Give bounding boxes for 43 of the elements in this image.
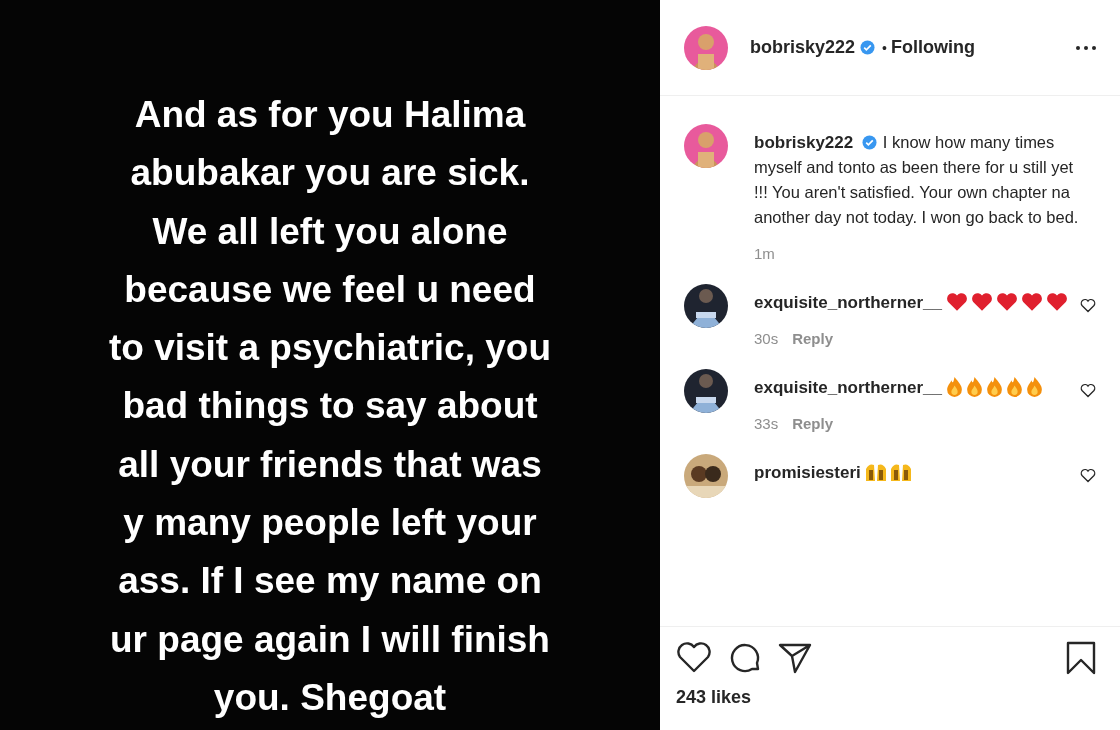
share-icon[interactable] [778, 642, 812, 674]
timestamp: 1m [754, 245, 775, 262]
fire-emoji-icon [1006, 376, 1023, 397]
post-image-text-line: abubakar you are sick. [130, 151, 530, 196]
username-link[interactable]: bobrisky222 [754, 133, 854, 152]
heart-emoji-icon [1046, 292, 1068, 312]
username-link[interactable]: promisiesteri [754, 463, 861, 482]
like-icon[interactable] [1080, 468, 1096, 483]
fire-emoji-icon [1026, 376, 1043, 397]
fire-emoji-icon [966, 376, 983, 397]
separator-dot: • [882, 39, 887, 56]
username-link[interactable]: exquisite_northerner__ [754, 293, 942, 312]
timestamp: 33s [754, 415, 779, 432]
like-icon[interactable] [1080, 383, 1096, 398]
heart-emoji-icon [996, 292, 1018, 312]
like-icon[interactable] [1080, 298, 1096, 313]
raised-hands-emoji-icon [864, 462, 887, 482]
heart-emoji-icon [1021, 292, 1043, 312]
post-image-text-line: because we feel u need [124, 267, 536, 312]
username-link[interactable]: bobrisky222 [750, 37, 856, 58]
post-image-text-line: ass. If I see my name on [118, 559, 542, 604]
heart-emoji-icon [946, 292, 968, 312]
post-image-text-line: to visit a psychiatric, you [108, 326, 552, 371]
bookmark-icon[interactable] [1066, 641, 1096, 675]
comment-icon[interactable] [728, 641, 762, 675]
post-image-text-line: you. Shegoat [213, 675, 447, 720]
more-options-icon[interactable] [1076, 45, 1096, 50]
raised-hands-emoji-icon [889, 462, 912, 482]
post-image-text-line: And as for you Halima [134, 93, 526, 137]
post-image-text-line: y many people left your [123, 501, 537, 546]
following-button[interactable]: Following [890, 37, 975, 58]
post-image-text-line: ur page again I will finish [110, 617, 550, 662]
timestamp: 30s [754, 330, 779, 347]
post-image-text-line: bad things to say about [122, 384, 538, 429]
caption-text: bobrisky222 I know how many times myself and tonto as been there for u still yet !!! You aren't satisfied. Your own chapter na another day not today. I won go back to bed. [754, 132, 1080, 228]
like-icon[interactable] [676, 642, 712, 674]
username-link[interactable]: exquisite_northerner__ [754, 378, 942, 397]
heart-emoji-icon [971, 292, 993, 312]
likes-count[interactable]: 243 likes [660, 675, 1120, 730]
fire-emoji-icon [986, 376, 1003, 397]
post-image-text-line: We all left you alone [152, 209, 508, 254]
post-image-text-line: all your friends that was [118, 442, 542, 487]
fire-emoji-icon [946, 376, 963, 397]
